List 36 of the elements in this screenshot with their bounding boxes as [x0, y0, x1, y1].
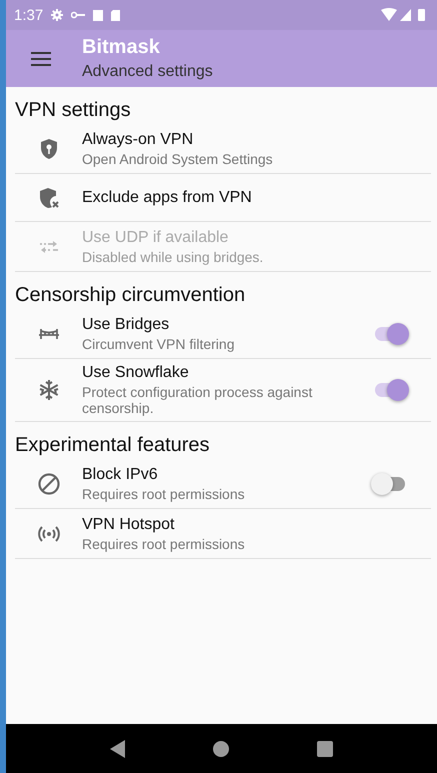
setting-title: Exclude apps from VPN: [82, 188, 253, 206]
setting-summary: Open Android System Settings: [82, 150, 274, 166]
setting-title: Always-on VPN: [82, 130, 194, 148]
settings-row[interactable]: Use Bridges Circumvent VPN filtering: [15, 309, 431, 359]
swap-arrows-icon: [38, 240, 58, 254]
screen-subtitle: Advanced settings: [82, 63, 213, 81]
setting-title: Block IPv6: [82, 466, 159, 484]
home-button[interactable]: [213, 740, 230, 756]
setting-summary: Disabled while using bridges.: [82, 248, 264, 264]
status-time: 1:37: [14, 6, 44, 24]
section-header: Censorship circumvention: [15, 283, 246, 308]
sd-card-icon: [111, 10, 120, 20]
setting-title: VPN Hotspot: [82, 516, 176, 534]
gear-icon: [51, 9, 64, 21]
section-header: VPN settings: [15, 98, 132, 123]
settings-row[interactable]: Exclude apps from VPN: [15, 174, 431, 222]
app-title: Bitmask: [82, 36, 161, 59]
block-icon: [36, 472, 60, 496]
setting-summary: Requires root permissions: [82, 536, 246, 552]
key-icon: [71, 11, 86, 19]
setting-summary: Circumvent VPN filtering: [82, 336, 236, 352]
setting-summary: Protect configuration process against censorship.: [82, 384, 314, 416]
back-button[interactable]: [110, 740, 126, 758]
menu-icon: [31, 52, 51, 66]
settings-row[interactable]: Use Snowflake Protect configuration process against censorship.: [15, 359, 431, 422]
setting-title: Use UDP if available: [82, 228, 230, 246]
settings-row[interactable]: Block IPv6 Requires root permissions: [15, 459, 431, 509]
setting-summary: Requires root permissions: [82, 486, 246, 502]
snowflake-icon: [36, 378, 60, 402]
bridge-icon: [36, 328, 60, 340]
recents-button[interactable]: [317, 740, 334, 756]
setting-title: Use Snowflake: [82, 364, 190, 382]
settings-row[interactable]: VPN Hotspot Requires root permissions: [15, 509, 431, 559]
section-header: Experimental features: [15, 433, 211, 458]
setting-title: Use Bridges: [82, 316, 170, 334]
settings-row[interactable]: Always-on VPN Open Android System Settings: [15, 124, 431, 174]
